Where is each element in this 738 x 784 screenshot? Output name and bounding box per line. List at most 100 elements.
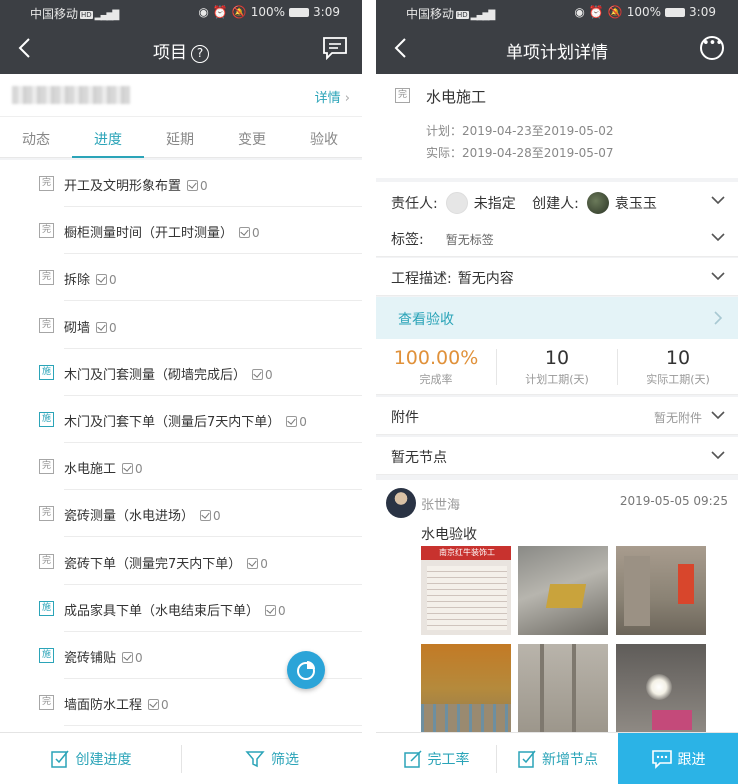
comment-time: 2019-05-05 09:25	[619, 494, 728, 508]
description-row[interactable]: 工程描述: 暂无内容	[376, 258, 738, 296]
task-item-label: 木门及门套测量（砌墙完成后） 0	[64, 364, 273, 383]
list-item[interactable]: 完橱柜测量时间（开工时测量） 0	[0, 207, 362, 255]
pie-chart-icon	[297, 661, 315, 680]
detail-link-text: 详情	[314, 91, 341, 106]
list-item[interactable]: 完砌墙 0	[0, 302, 362, 349]
project-progress-screen: 中国移动 HD ▂▄▆█ ◉ ⏰ 🔕 100% 3:09 项目? 详情 › 动态 进度 延期…	[0, 0, 362, 784]
status-badge: 完	[39, 695, 54, 711]
planned-days-label: 计划工期(天)	[525, 373, 589, 386]
tab-dynamic[interactable]: 动态	[0, 129, 72, 149]
photo-thumbnail[interactable]	[616, 644, 706, 733]
attachment-row[interactable]: 附件 暂无附件	[376, 397, 738, 435]
tab-acceptance[interactable]: 验收	[288, 129, 360, 149]
task-name: 开工及文明形象布置	[64, 179, 182, 194]
task-item-label: 瓷砖下单（测量完7天内下单） 0	[64, 553, 268, 572]
actual-days-value: 10	[665, 347, 691, 369]
photo-thumbnail[interactable]	[616, 546, 706, 635]
photo-thumbnail[interactable]: 南京红牛装饰工	[421, 546, 511, 635]
photo-object	[678, 564, 694, 604]
actual-days-stat: 10 实际工期(天)	[618, 347, 738, 387]
task-name: 拆除	[64, 273, 91, 289]
status-badge: 施	[39, 412, 54, 427]
list-item[interactable]: 完拆除 0	[0, 254, 362, 302]
edit-check-icon	[50, 750, 69, 768]
checklist-count: 0	[109, 273, 117, 288]
chart-fab-button[interactable]	[287, 651, 325, 689]
task-item-label: 拆除 0	[64, 269, 117, 288]
view-acceptance-row[interactable]: 查看验收	[376, 297, 738, 339]
chevron-down-icon[interactable]	[711, 269, 725, 283]
photo-line	[572, 644, 576, 733]
status-icons: ◉ ⏰ 🔕 100% 3:09	[194, 5, 340, 19]
signal-icon: ▂▄▆█	[470, 11, 496, 21]
list-item[interactable]: 施木门及门套测量（砌墙完成后） 0	[0, 349, 362, 396]
description-value: 暂无内容	[457, 271, 514, 287]
question-circle-icon[interactable]: ?	[191, 45, 209, 63]
checklist-icon	[200, 510, 212, 522]
status-badge: 完	[39, 223, 54, 239]
checklist-icon	[122, 463, 134, 475]
list-item[interactable]: 施成品家具下单（水电结束后下单） 0	[0, 585, 362, 632]
owner-row[interactable]: 责任人: 未指定 创建人: 袁玉玉	[376, 182, 738, 220]
tag-row[interactable]: 标签: 暂无标签	[376, 219, 738, 257]
task-name: 砌墙	[64, 320, 91, 336]
creator-label: 创建人:	[532, 196, 579, 212]
task-item-label: 墙面防水工程 0	[64, 694, 169, 713]
task-name: 成品家具下单（水电结束后下单）	[64, 603, 260, 619]
follow-up-label: 跟进	[677, 752, 706, 768]
checklist-count: 0	[161, 698, 169, 713]
task-name: 橱柜测量时间（开工时测量）	[64, 226, 234, 242]
completion-rate-stat: 100.00% 完成率	[376, 347, 496, 387]
more-options-icon[interactable]: •••	[700, 36, 724, 60]
add-node-button[interactable]: 新增节点	[497, 733, 618, 784]
status-badge: 完	[39, 270, 54, 286]
checklist-icon	[187, 180, 199, 191]
checklist-icon	[122, 652, 134, 663]
page-title: 单项计划详情	[506, 43, 608, 63]
status-badge: 施	[39, 364, 54, 380]
chevron-down-icon[interactable]	[711, 193, 725, 207]
mute-icon: 🔕	[607, 5, 623, 19]
list-item[interactable]: 完瓷砖下单（测量完7天内下单） 0	[0, 538, 362, 585]
creator-avatar	[586, 192, 609, 214]
chevron-down-icon[interactable]	[711, 230, 725, 244]
filter-button[interactable]: 筛选	[182, 733, 362, 784]
nodes-row[interactable]: 暂无节点	[376, 437, 738, 475]
tab-progress[interactable]: 进度	[72, 129, 144, 149]
checklist-icon	[96, 274, 108, 286]
owner-avatar	[445, 192, 468, 214]
list-item[interactable]: 完水电施工 0	[0, 443, 362, 491]
follow-up-button[interactable]: 跟进	[618, 733, 738, 784]
list-item[interactable]: 施木门及门套下单（测量后7天内下单） 0	[0, 396, 362, 443]
checklist-icon	[265, 604, 277, 616]
owner-label: 责任人:	[391, 196, 438, 212]
checklist-count: 0	[278, 603, 286, 618]
create-progress-button[interactable]: 创建进度	[0, 733, 181, 784]
photo-thumbnail[interactable]	[518, 546, 608, 635]
status-badge: 完	[39, 317, 54, 333]
carrier-text: 中国移动	[406, 7, 455, 21]
chevron-down-icon[interactable]	[711, 448, 725, 462]
detail-link[interactable]: 详情 ›	[315, 87, 350, 106]
completion-rate-button[interactable]: 完工率	[376, 733, 496, 784]
photo-light	[646, 674, 672, 700]
planned-days-stat: 10 计划工期(天)	[497, 347, 617, 387]
photo-thumbnail[interactable]	[518, 644, 608, 733]
stats-panel: 100.00% 完成率 10 计划工期(天) 10 实际工期(天)	[376, 339, 738, 395]
message-icon[interactable]	[322, 36, 348, 60]
list-item[interactable]: 完瓷砖测量（水电进场） 0	[0, 490, 362, 538]
status-badge: 完	[39, 506, 54, 522]
list-item[interactable]: 完开工及文明形象布置 0	[0, 160, 362, 207]
checklist-count: 0	[213, 509, 221, 524]
chevron-right-icon	[714, 311, 723, 325]
tab-delay[interactable]: 延期	[144, 129, 216, 149]
photo-thumbnail[interactable]	[421, 644, 511, 733]
avatar[interactable]	[386, 488, 416, 518]
view-acceptance-link[interactable]: 查看验收	[398, 309, 454, 329]
checklist-icon	[148, 699, 160, 711]
bottom-toolbar: 创建进度 筛选	[0, 732, 362, 784]
status-badge: 施	[39, 648, 54, 663]
chevron-down-icon[interactable]	[711, 408, 725, 422]
task-item-label: 橱柜测量时间（开工时测量） 0	[64, 222, 260, 241]
tab-change[interactable]: 变更	[216, 129, 288, 149]
